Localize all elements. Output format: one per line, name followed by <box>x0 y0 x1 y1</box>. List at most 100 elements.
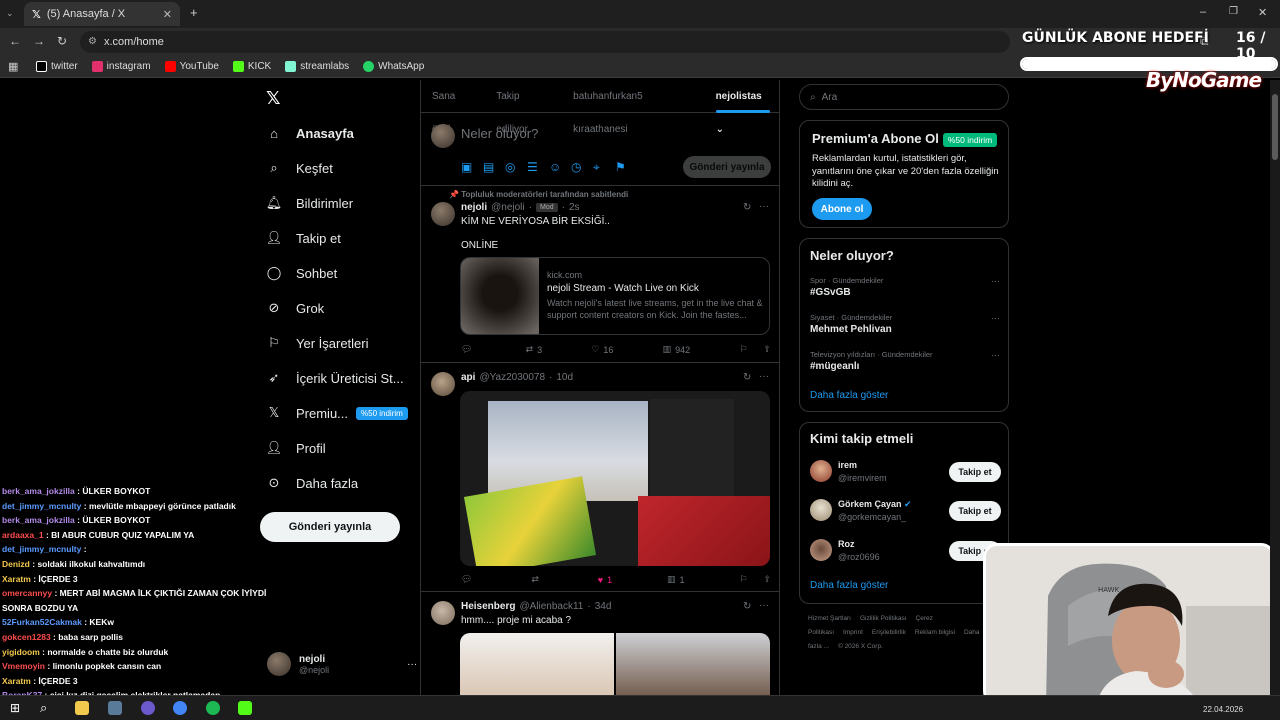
more-dots-icon[interactable]: ··· <box>759 201 769 212</box>
link-card[interactable]: kick.com nejoli Stream - Watch Live on K… <box>460 257 770 335</box>
chat-username[interactable]: Vmemoyin <box>2 661 45 671</box>
obs-icon[interactable] <box>141 701 155 715</box>
like-button[interactable]: ♡ 16 <box>591 344 613 355</box>
chat-username[interactable]: omercannyy <box>2 588 52 598</box>
grok-icon[interactable]: ◎ <box>505 160 518 174</box>
gif-icon[interactable]: ▤ <box>483 160 496 174</box>
tab-following[interactable]: Takip ediliyor <box>485 80 562 135</box>
follow-button[interactable]: Takip et <box>949 501 1001 521</box>
x-logo-icon[interactable]: 𝕏 <box>266 88 281 109</box>
more-dots-icon[interactable]: ··· <box>991 313 1000 323</box>
restore-icon[interactable]: ❐ <box>1229 6 1238 17</box>
nav-item-x-logo[interactable]: 𝕏 Premiu... %50 indirim <box>266 402 408 424</box>
apps-grid-icon[interactable]: ▦ <box>8 60 18 73</box>
more-dots-icon[interactable]: ··· <box>759 371 769 382</box>
flag-icon[interactable]: ⚑ <box>615 160 628 174</box>
tweet-time[interactable]: 2s <box>569 202 580 213</box>
bookmark-whatsapp[interactable]: WhatsApp <box>363 61 424 72</box>
views-button[interactable]: ▥ 942 <box>663 344 691 355</box>
tab-community[interactable]: batuhanfurkan5 kıraathanesi <box>562 80 704 135</box>
tab-list-icon[interactable]: ⌄ <box>6 8 14 19</box>
poll-icon[interactable]: ☰ <box>527 160 540 174</box>
emoji-icon[interactable]: ☺ <box>549 160 562 174</box>
bookmark-kick[interactable]: KICK <box>232 61 271 72</box>
footer-link[interactable]: Erişilebilirlik <box>872 629 906 636</box>
site-info-icon[interactable]: ⚙ <box>88 31 97 53</box>
bookmark-instagram[interactable]: instagram <box>91 61 151 72</box>
tab-for-you[interactable]: Sana özel <box>421 80 485 135</box>
nav-item-grok[interactable]: ⊘ Grok <box>266 297 325 319</box>
new-tab-icon[interactable]: + <box>190 5 198 20</box>
footer-link[interactable]: © 2026 X Corp. <box>838 643 883 650</box>
image-icon[interactable]: ▣ <box>461 160 474 174</box>
tab-close-icon[interactable]: ✕ <box>163 8 172 21</box>
forward-icon[interactable]: → <box>33 34 45 48</box>
footer-link[interactable]: Gizlilik Politikası <box>860 615 907 622</box>
nav-item-person-plus[interactable]: 👤︎ Takip et <box>266 227 341 249</box>
trend-item[interactable]: Spor · Gündemdekiler #GSvGB ··· <box>810 276 1000 298</box>
chat-username[interactable]: berk_ama_jokzilla <box>2 515 75 525</box>
location-icon[interactable]: ⌖ <box>593 160 606 174</box>
share-icon[interactable]: ⇪ <box>763 574 771 585</box>
scrollbar-thumb[interactable] <box>1272 94 1278 160</box>
bookmark-streamlabs[interactable]: streamlabs <box>285 61 349 72</box>
nav-item-chat[interactable]: ◯ Sohbet <box>266 262 337 284</box>
minimize-icon[interactable]: – <box>1200 6 1206 18</box>
footer-link[interactable]: Imprint <box>843 629 863 636</box>
tweet[interactable]: Heisenberg @Alienback11 · 34d ↻ ··· hmm.… <box>421 593 779 695</box>
file-explorer-icon[interactable] <box>75 701 89 715</box>
avatar[interactable] <box>431 372 455 396</box>
nav-item-profile[interactable]: 👤︎ Profil <box>266 437 326 459</box>
chat-username[interactable]: det_jimmy_mcnulty <box>2 544 81 554</box>
reply-button[interactable]: 💬︎ <box>461 344 476 355</box>
nav-item-rocket[interactable]: ➶ İçerik Üreticisi St... <box>266 367 404 389</box>
tweet-author[interactable]: nejoli <box>461 202 487 213</box>
share-icon[interactable]: ⇪ <box>763 344 771 355</box>
repost-button[interactable]: ⇄ <box>531 574 543 585</box>
show-more-trends-link[interactable]: Daha fazla göster <box>810 390 888 401</box>
tweet[interactable]: api @Yaz2030078 · 10d ↻ ··· 💬︎ ⇄ ♥ 1 ▥ 1 ⚐… <box>421 364 779 592</box>
footer-link[interactable]: Reklam bilgisi <box>915 629 955 636</box>
tweet-time[interactable]: 10d <box>556 372 573 383</box>
post-button[interactable]: Gönderi yayınla <box>260 512 400 542</box>
spotify-icon[interactable] <box>206 701 220 715</box>
grok-icon[interactable]: ↻ <box>743 372 751 383</box>
back-icon[interactable]: ← <box>9 34 21 48</box>
tweet-image[interactable] <box>460 391 770 566</box>
composer-input[interactable]: Neler oluyor? <box>461 126 538 141</box>
kick-icon[interactable] <box>238 701 252 715</box>
page-scrollbar[interactable] <box>1270 80 1280 695</box>
like-button[interactable]: ♥ 1 <box>598 574 612 585</box>
window-close-icon[interactable]: ✕ <box>1258 6 1267 19</box>
bookmark-button[interactable]: ⚐ ⇪ <box>739 344 771 355</box>
repost-button[interactable]: ⇄ 3 <box>526 344 543 355</box>
tweet-image[interactable] <box>460 633 770 695</box>
follow-button[interactable]: Takip et <box>949 462 1001 482</box>
chat-username[interactable]: det_jimmy_mcnulty <box>2 501 81 511</box>
bookmark-twitter[interactable]: twitter <box>36 61 78 72</box>
nav-item-bell[interactable]: 🔔︎ Bildirimler <box>266 192 353 214</box>
account-switcher[interactable]: nejoli @nejoli ··· <box>267 652 417 676</box>
chat-username[interactable]: Xaratm <box>2 574 31 584</box>
reply-button[interactable]: 💬︎ <box>461 574 476 585</box>
more-dots-icon[interactable]: ··· <box>407 659 417 670</box>
url-field[interactable]: ⚙ x.com/home <box>80 31 1010 53</box>
nav-item-search[interactable]: ⌕ Keşfet <box>266 157 333 179</box>
tweet-handle[interactable]: @Yaz2030078 <box>479 372 545 383</box>
nav-item-bookmark[interactable]: ⚐ Yer İşaretleri <box>266 332 368 354</box>
search-icon[interactable]: ⌕ <box>40 700 47 716</box>
nav-item-more-circle[interactable]: ⊙ Daha fazla <box>266 472 359 494</box>
more-dots-icon[interactable]: ··· <box>991 276 1000 286</box>
follow-suggestion[interactable]: Roz @roz0696 Takip et <box>810 539 1001 567</box>
chrome-icon[interactable] <box>173 701 187 715</box>
trend-item[interactable]: Siyaset · Gündemdekiler Mehmet Pehlivan … <box>810 313 1000 335</box>
bookmark-youtube[interactable]: YouTube <box>164 61 219 72</box>
trend-item[interactable]: Televizyon yıldızları · Gündemdekiler #m… <box>810 350 1000 372</box>
grok-icon[interactable]: ↻ <box>743 202 751 213</box>
chat-username[interactable]: berk_ama_jokzilla <box>2 486 75 496</box>
nav-item-home[interactable]: ⌂ Anasayfa <box>266 122 354 144</box>
follow-suggestion[interactable]: Görkem Çayan ✔ @gorkemcayan_ Takip et <box>810 499 1001 527</box>
search-input[interactable]: ⌕ Ara <box>799 84 1009 110</box>
show-more-follow-link[interactable]: Daha fazla göster <box>810 580 888 591</box>
chat-username[interactable]: ardaaxa_1 <box>2 530 44 540</box>
